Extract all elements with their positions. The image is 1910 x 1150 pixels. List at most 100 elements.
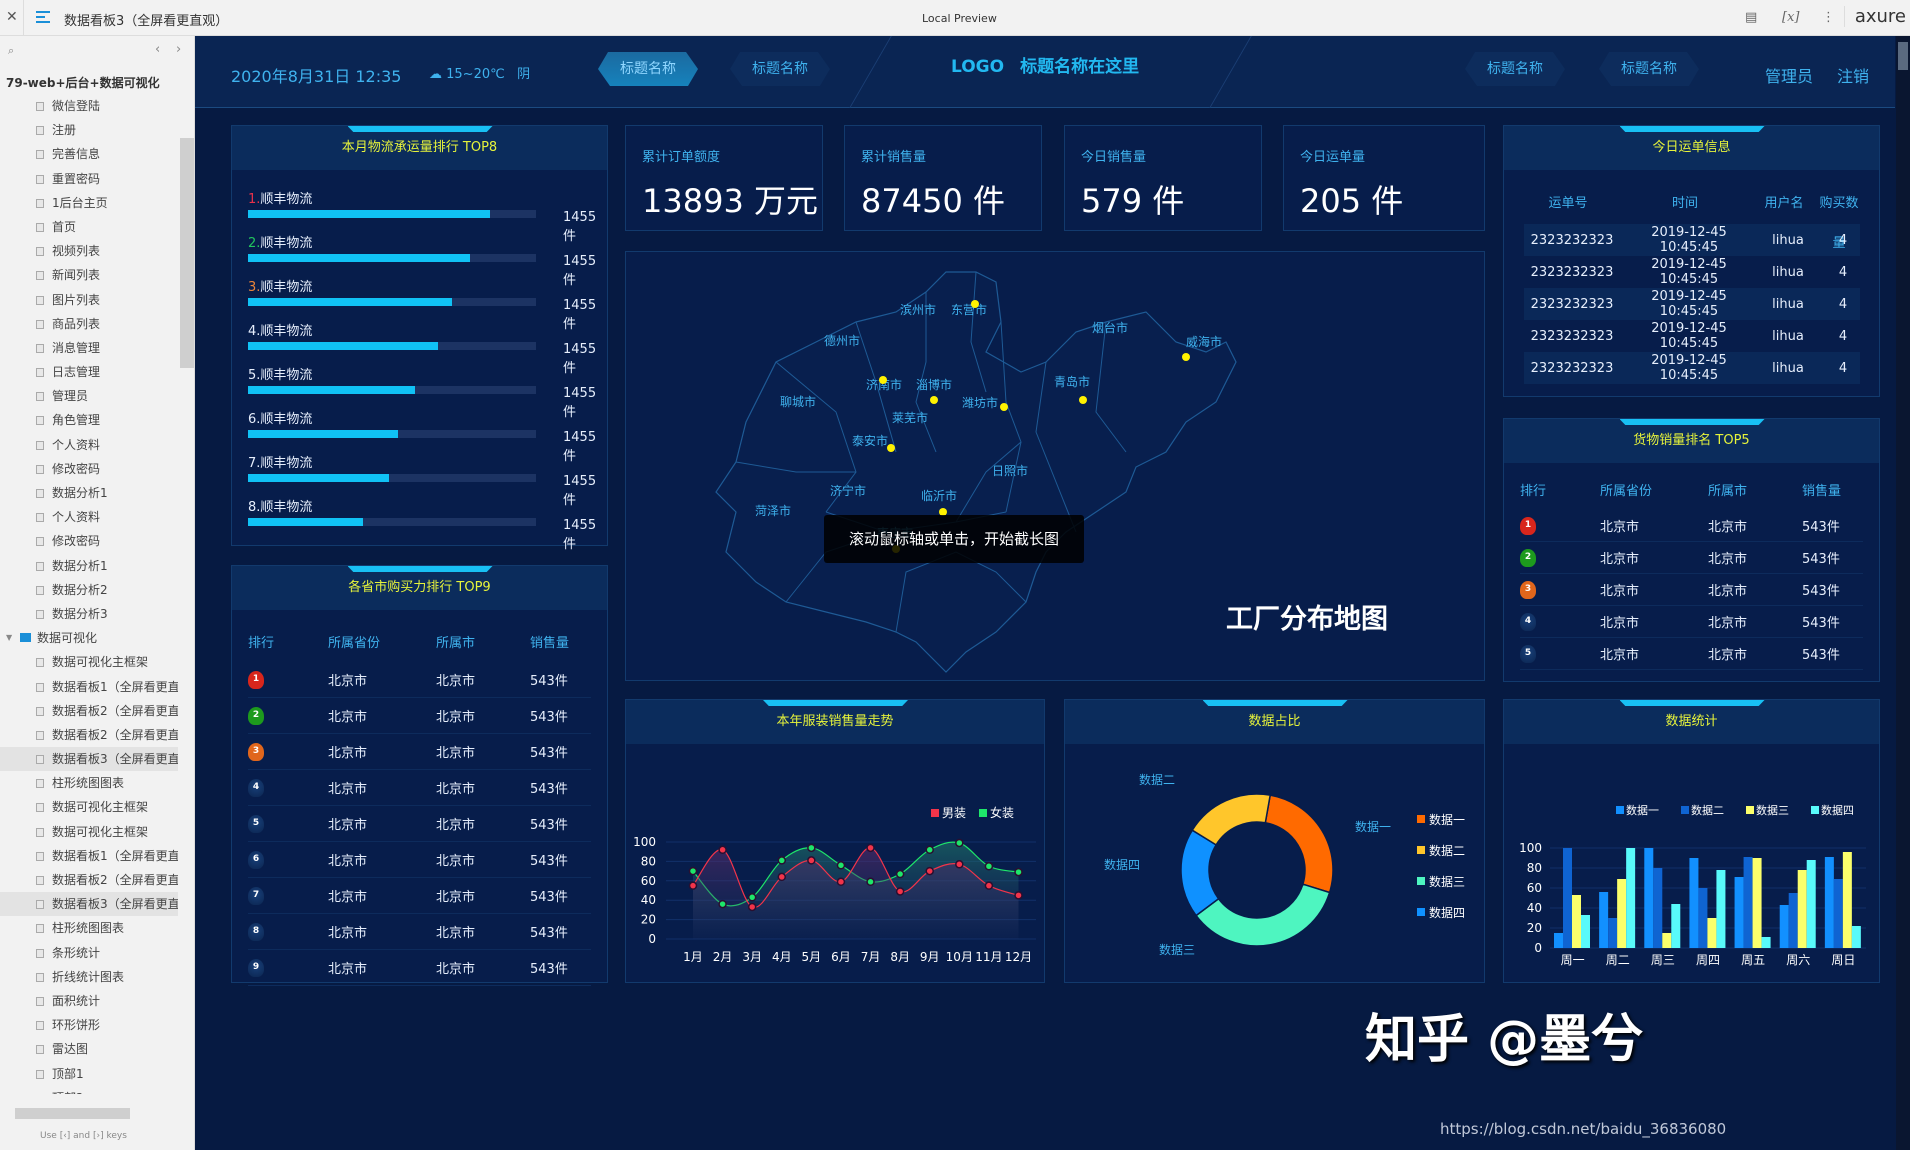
horizontal-scrollbar[interactable] bbox=[0, 1106, 180, 1120]
sidebar-item[interactable]: 修改密码 bbox=[0, 529, 178, 553]
sidebar-item-label: 雷达图 bbox=[52, 1042, 89, 1057]
watermark-url: https://blog.csdn.net/baidu_36836080 bbox=[1440, 1120, 1727, 1138]
city-label[interactable]: 菏泽市 bbox=[755, 503, 791, 518]
progress-fill bbox=[248, 342, 439, 350]
sidebar-item[interactable]: 数据可视化主框架 bbox=[0, 650, 178, 674]
city-label[interactable]: 威海市 bbox=[1186, 334, 1222, 349]
sidebar-item[interactable]: 数据可视化主框架 bbox=[0, 795, 178, 819]
variables-icon[interactable]: [x] bbox=[1782, 10, 1799, 25]
sidebar-item[interactable]: 数据看板1（全屏看更直观） bbox=[0, 675, 178, 699]
scrollbar-thumb[interactable] bbox=[15, 1108, 130, 1119]
sidebar-item[interactable]: 日志管理 bbox=[0, 360, 178, 384]
axure-logo[interactable]: axure bbox=[1843, 6, 1906, 27]
sidebar-item[interactable]: 图片列表 bbox=[0, 288, 178, 312]
watermark: 知乎 @墨兮 bbox=[1365, 1010, 1644, 1070]
city-label[interactable]: 滨州市 bbox=[900, 302, 936, 317]
city-label[interactable]: 日照市 bbox=[992, 463, 1028, 478]
factory-marker bbox=[1000, 403, 1008, 411]
sidebar-item[interactable]: 视频列表 bbox=[0, 239, 178, 263]
sidebar-item-label: 柱形统图图表 bbox=[52, 776, 125, 791]
sidebar-item[interactable]: 微信登陆 bbox=[0, 94, 178, 118]
sidebar-item[interactable]: 雷达图 bbox=[0, 1037, 178, 1061]
sidebar-item[interactable]: 消息管理 bbox=[0, 336, 178, 360]
rank-name: 2.顺丰物流 bbox=[248, 232, 312, 251]
sidebar-item[interactable]: 柱形统图图表 bbox=[0, 916, 178, 940]
city-label[interactable]: 莱芜市 bbox=[892, 410, 928, 425]
sidebar-item[interactable]: 数据分析3 bbox=[0, 602, 178, 626]
expand-arrow-icon[interactable]: ▼ bbox=[6, 626, 12, 650]
sidebar-folder[interactable]: ▼ 数据可视化 bbox=[0, 626, 178, 650]
sidebar-item[interactable]: 数据可视化主框架 bbox=[0, 820, 178, 844]
city-label[interactable]: 临沂市 bbox=[921, 488, 957, 503]
column-header: 所属市 bbox=[436, 636, 476, 651]
admin-link[interactable]: 管理员 bbox=[1765, 63, 1813, 87]
city-label[interactable]: 泰安市 bbox=[852, 433, 888, 448]
chevron-left-icon[interactable]: ‹ bbox=[155, 42, 160, 57]
table-row: 5 北京市 北京市 543件 bbox=[1520, 638, 1863, 670]
sidebar-item[interactable]: 数据看板3（全屏看更直观） bbox=[0, 747, 178, 772]
menu-icon[interactable] bbox=[36, 11, 50, 23]
sidebar-item[interactable]: 数据分析1 bbox=[0, 554, 178, 578]
close-icon[interactable]: ✕ bbox=[6, 9, 18, 25]
sidebar-item[interactable]: 完善信息 bbox=[0, 142, 178, 166]
scrollbar-thumb[interactable] bbox=[180, 138, 194, 368]
page-icon bbox=[36, 489, 44, 498]
sidebar-item[interactable]: 环形饼形 bbox=[0, 1013, 178, 1037]
city-label[interactable]: 潍坊市 bbox=[962, 395, 998, 410]
time-cell: 2019-12-45 10:45:45 bbox=[1651, 321, 1727, 351]
sidebar-item[interactable]: 首页 bbox=[0, 215, 178, 239]
city-label[interactable]: 东营市 bbox=[951, 302, 987, 317]
sidebar-item[interactable]: 修改密码 bbox=[0, 457, 178, 481]
tab-2[interactable]: 标题名称 bbox=[730, 52, 830, 86]
table-row: 2 北京市 北京市 543件 bbox=[1520, 542, 1863, 574]
sidebar-item[interactable]: 个人资料 bbox=[0, 433, 178, 457]
city-label[interactable]: 济宁市 bbox=[830, 483, 866, 498]
sidebar-item[interactable]: 角色管理 bbox=[0, 408, 178, 432]
city-label[interactable]: 聊城市 bbox=[780, 394, 816, 409]
tab-3[interactable]: 标题名称 bbox=[1465, 52, 1565, 86]
city-label[interactable]: 青岛市 bbox=[1054, 374, 1090, 389]
sidebar-item[interactable]: 柱形统图图表 bbox=[0, 771, 178, 795]
city-label[interactable]: 烟台市 bbox=[1092, 320, 1128, 335]
logout-link[interactable]: 注销 bbox=[1837, 63, 1869, 87]
city-label[interactable]: 德州市 bbox=[824, 333, 860, 348]
tab-4[interactable]: 标题名称 bbox=[1599, 52, 1699, 86]
time-cell: 2019-12-45 10:45:45 bbox=[1651, 225, 1727, 255]
document-icon[interactable]: ▤ bbox=[1745, 10, 1757, 25]
rank-number: 5. bbox=[248, 368, 261, 383]
vertical-scrollbar[interactable] bbox=[180, 98, 194, 1098]
bar bbox=[1797, 870, 1807, 948]
sidebar-item[interactable]: 个人资料 bbox=[0, 505, 178, 529]
sidebar-item[interactable]: 注册 bbox=[0, 118, 178, 142]
tab-1[interactable]: 标题名称 bbox=[598, 52, 698, 86]
sidebar-item[interactable]: 数据分析1 bbox=[0, 481, 178, 505]
sidebar-item[interactable]: 数据看板2（全屏看更直观） bbox=[0, 699, 178, 723]
more-icon[interactable]: ⋮ bbox=[1822, 10, 1835, 25]
sidebar-item[interactable]: 1后台主页 bbox=[0, 191, 178, 215]
search-icon[interactable]: ⌕ bbox=[8, 44, 14, 58]
sidebar-item[interactable]: 数据看板2（全屏看更直观） bbox=[0, 868, 178, 892]
bar bbox=[1833, 879, 1843, 948]
sidebar-item[interactable]: 数据分析2 bbox=[0, 578, 178, 602]
sidebar-item[interactable]: 数据看板3（全屏看更直观） bbox=[0, 892, 178, 917]
project-name: 79-web+后台+数据可视化 bbox=[6, 76, 160, 90]
sidebar-item[interactable]: 数据看板2（全屏看更直观） bbox=[0, 723, 178, 747]
sidebar-item[interactable]: 顶部1 bbox=[0, 1062, 178, 1086]
rank-row: 3.顺丰物流 1455件 bbox=[248, 276, 596, 332]
bar bbox=[1671, 904, 1681, 948]
page-scrollbar[interactable] bbox=[1896, 36, 1910, 1150]
sidebar-item[interactable]: 折线统计图表 bbox=[0, 965, 178, 989]
sidebar-item[interactable]: 面积统计 bbox=[0, 989, 178, 1013]
sidebar-item[interactable]: 管理员 bbox=[0, 384, 178, 408]
chevron-right-icon[interactable]: › bbox=[176, 42, 181, 57]
scrollbar-thumb[interactable] bbox=[1898, 42, 1908, 70]
sidebar-item[interactable]: 数据看板1（全屏看更直观） bbox=[0, 844, 178, 868]
sidebar-item[interactable]: 顶部2 bbox=[0, 1086, 178, 1094]
sidebar-item[interactable]: 新闻列表 bbox=[0, 263, 178, 287]
sidebar-item[interactable]: 重置密码 bbox=[0, 167, 178, 191]
sidebar-item[interactable]: 商品列表 bbox=[0, 312, 178, 336]
city-label[interactable]: 淄博市 bbox=[916, 377, 952, 392]
legend-swatch bbox=[1746, 806, 1754, 814]
sidebar-item[interactable]: 条形统计 bbox=[0, 941, 178, 965]
rank-cell: 5 bbox=[1520, 644, 1600, 663]
